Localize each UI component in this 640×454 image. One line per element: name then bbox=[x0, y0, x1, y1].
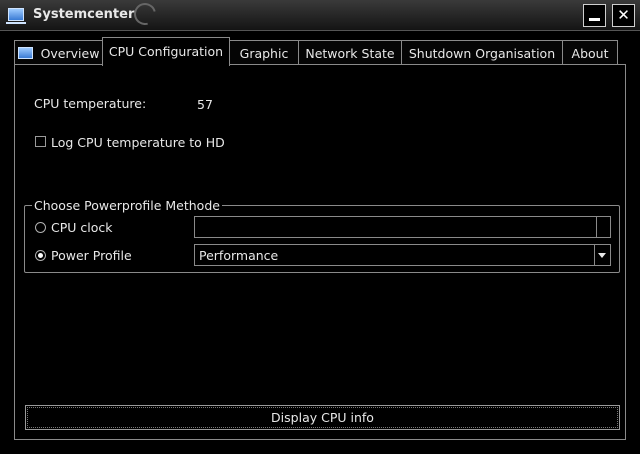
cpu-clock-radio[interactable] bbox=[35, 222, 46, 233]
power-profile-radio[interactable] bbox=[35, 250, 46, 261]
cpu-temperature-label: CPU temperature: bbox=[34, 96, 147, 111]
power-profile-dropdown[interactable]: Performance bbox=[194, 244, 611, 266]
spin-arrows-icon[interactable] bbox=[596, 217, 610, 237]
log-temperature-label[interactable]: Log CPU temperature to HD bbox=[51, 135, 225, 150]
minimize-button[interactable] bbox=[583, 4, 606, 27]
chevron-down-icon[interactable] bbox=[594, 245, 610, 265]
swirl-logo-icon bbox=[129, 0, 161, 30]
close-button[interactable]: ✕ bbox=[612, 4, 635, 27]
tab-label: CPU Configuration bbox=[108, 44, 224, 59]
tab-about[interactable]: About bbox=[562, 40, 618, 65]
window-title: Systemcenter bbox=[33, 7, 135, 22]
close-icon: ✕ bbox=[617, 6, 630, 24]
tab-overview[interactable]: Overview bbox=[14, 40, 103, 65]
tab-label: Overview bbox=[40, 46, 100, 61]
display-cpu-info-button[interactable]: Display CPU info bbox=[25, 405, 620, 430]
cpu-clock-label[interactable]: CPU clock bbox=[51, 220, 113, 235]
cpu-temperature-value: 57 bbox=[197, 97, 213, 112]
tab-shutdown-organisation[interactable]: Shutdown Organisation bbox=[401, 40, 563, 65]
cpu-clock-spinbox[interactable] bbox=[194, 216, 611, 238]
tab-cpu-configuration[interactable]: CPU Configuration bbox=[102, 37, 230, 66]
power-profile-selected-value: Performance bbox=[199, 248, 279, 263]
tab-label: Network State bbox=[305, 46, 395, 61]
minimize-icon bbox=[589, 18, 600, 21]
tab-label: Graphic bbox=[239, 46, 289, 61]
tab-graphic[interactable]: Graphic bbox=[229, 40, 299, 65]
power-profile-label[interactable]: Power Profile bbox=[51, 248, 132, 263]
systemcenter-app-icon bbox=[6, 8, 26, 24]
monitor-icon bbox=[17, 47, 33, 59]
tab-network-state[interactable]: Network State bbox=[298, 40, 402, 65]
tab-label: Shutdown Organisation bbox=[408, 46, 556, 61]
powerprofile-group-title: Choose Powerprofile Methode bbox=[32, 198, 222, 213]
log-temperature-checkbox[interactable] bbox=[35, 136, 46, 147]
title-bar[interactable]: Systemcenter ✕ bbox=[0, 0, 640, 31]
tab-label: About bbox=[571, 46, 609, 61]
